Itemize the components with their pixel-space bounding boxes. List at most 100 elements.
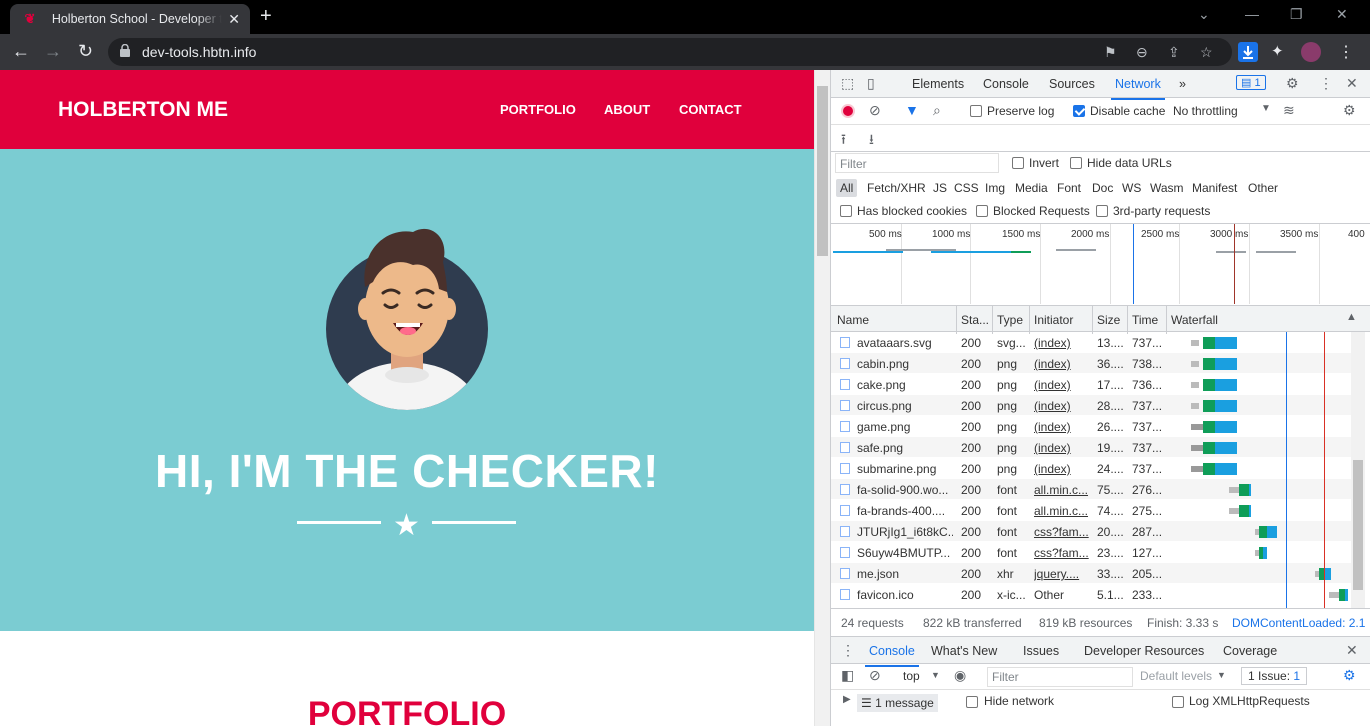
context-select[interactable]: top — [903, 669, 920, 683]
col-status[interactable]: Sta... — [961, 313, 989, 327]
table-row[interactable]: me.json 200 xhr jquery.... 33.... 205... — [831, 563, 1351, 584]
zoom-icon[interactable]: ⊖ — [1136, 44, 1148, 61]
browser-tab[interactable]: ❦ Holberton School - Developer tools ✕ — [10, 4, 250, 34]
inspect-element-icon[interactable]: ⬚ — [841, 75, 854, 92]
more-tabs-icon[interactable]: » — [1179, 77, 1186, 91]
maximize-button[interactable]: ❐ — [1290, 6, 1303, 23]
expand-arrow-icon[interactable]: ▶ — [843, 694, 851, 705]
col-time[interactable]: Time — [1132, 313, 1158, 327]
cell-initiator[interactable]: (index) — [1034, 399, 1090, 413]
table-row[interactable]: safe.png 200 png (index) 19.... 737... — [831, 437, 1351, 458]
context-dropdown-icon[interactable]: ▼ — [931, 670, 940, 680]
kebab-menu-icon[interactable]: ⋮ — [1319, 75, 1333, 92]
tab-sources[interactable]: Sources — [1049, 77, 1095, 91]
table-row[interactable]: cabin.png 200 png (index) 36.... 738... — [831, 353, 1351, 374]
filter-input[interactable]: Filter — [835, 153, 999, 173]
console-filter-input[interactable]: Filter — [987, 667, 1133, 687]
drawer-tab-whats-new[interactable]: What's New — [931, 644, 997, 658]
drawer-menu-icon[interactable]: ⋮ — [841, 642, 855, 659]
nav-link-portfolio[interactable]: PORTFOLIO — [500, 102, 576, 117]
cell-initiator[interactable]: css?fam... — [1034, 546, 1090, 560]
network-settings-gear-icon[interactable]: ⚙ — [1343, 102, 1356, 119]
type-filter-css[interactable]: CSS — [950, 179, 983, 197]
preserve-log-checkbox[interactable] — [970, 105, 982, 117]
download-extension-icon[interactable] — [1238, 42, 1258, 62]
filter-funnel-icon[interactable]: ▼ — [905, 102, 919, 118]
clear-icon[interactable]: ⊘ — [869, 102, 881, 119]
close-devtools-icon[interactable]: ✕ — [1346, 75, 1358, 92]
hide-data-urls-checkbox[interactable] — [1070, 157, 1082, 169]
close-window-button[interactable]: ✕ — [1336, 6, 1348, 23]
sidebar-toggle-icon[interactable]: ◧ — [841, 667, 854, 684]
console-settings-gear-icon[interactable]: ⚙ — [1343, 667, 1356, 684]
page-scrollbar[interactable] — [814, 70, 830, 726]
tab-console[interactable]: Console — [983, 77, 1029, 91]
type-filter-ws[interactable]: WS — [1118, 179, 1145, 197]
network-overview-timeline[interactable]: 500 ms 1000 ms 1500 ms 2000 ms 2500 ms 3… — [831, 224, 1370, 306]
forward-arrow-icon[interactable]: → — [44, 41, 62, 62]
dropdown-arrow-icon[interactable]: ▼ — [1261, 103, 1271, 114]
clear-console-icon[interactable]: ⊘ — [869, 667, 881, 684]
type-filter-doc[interactable]: Doc — [1088, 179, 1117, 197]
cell-initiator[interactable]: (index) — [1034, 420, 1090, 434]
table-row[interactable]: avataaars.svg 200 svg... (index) 13.... 737..… — [831, 332, 1351, 353]
type-filter-media[interactable]: Media — [1011, 179, 1052, 197]
type-filter-js[interactable]: JS — [929, 179, 951, 197]
settings-gear-icon[interactable]: ⚙ — [1286, 75, 1299, 92]
browser-menu-icon[interactable]: ⋮ — [1338, 42, 1354, 62]
table-row[interactable]: JTURjIg1_i6t8kC... 200 font css?fam... 20...… — [831, 521, 1351, 542]
drawer-tab-issues[interactable]: Issues — [1023, 644, 1059, 658]
requests-scrollbar-thumb[interactable] — [1353, 460, 1363, 590]
table-row[interactable]: game.png 200 png (index) 26.... 737... — [831, 416, 1351, 437]
site-brand[interactable]: HOLBERTON ME — [58, 98, 228, 122]
table-row[interactable]: fa-solid-900.wo... 200 font all.min.c... 75.… — [831, 479, 1351, 500]
nav-link-about[interactable]: ABOUT — [604, 102, 650, 117]
translate-icon[interactable]: ⚑ — [1104, 44, 1117, 61]
col-initiator[interactable]: Initiator — [1034, 313, 1073, 327]
type-filter-all[interactable]: All — [836, 179, 858, 197]
type-filter-font[interactable]: Font — [1053, 179, 1085, 197]
tab-elements[interactable]: Elements — [912, 77, 964, 91]
extensions-puzzle-icon[interactable]: ✦ — [1271, 42, 1284, 60]
requests-scrollbar[interactable] — [1351, 332, 1365, 608]
log-levels-select[interactable]: Default levels — [1140, 669, 1212, 683]
type-filter-other[interactable]: Other — [1244, 179, 1282, 197]
col-type[interactable]: Type — [997, 313, 1023, 327]
table-row[interactable]: submarine.png 200 png (index) 24.... 737... — [831, 458, 1351, 479]
type-filter-fetch-xhr[interactable]: Fetch/XHR — [863, 179, 930, 197]
reload-icon[interactable]: ↻ — [78, 41, 93, 62]
type-filter-manifest[interactable]: Manifest — [1188, 179, 1241, 197]
col-waterfall[interactable]: Waterfall — [1171, 313, 1218, 327]
drawer-tab-coverage[interactable]: Coverage — [1223, 644, 1277, 658]
minimize-button[interactable]: — — [1245, 6, 1259, 22]
share-icon[interactable]: ⇪ — [1168, 44, 1180, 61]
table-row[interactable]: fa-brands-400.... 200 font all.min.c... 74..… — [831, 500, 1351, 521]
cell-initiator[interactable]: all.min.c... — [1034, 504, 1090, 518]
console-issues-button[interactable]: 1 Issue: 1 — [1241, 667, 1308, 685]
tab-close-icon[interactable]: ✕ — [228, 11, 240, 28]
table-row[interactable]: favicon.ico 200 x-ic... Other 5.1... 233... — [831, 584, 1351, 605]
omnibox[interactable]: dev-tools.hbtn.info ⚑ ⊖ ⇪ ☆ — [108, 38, 1232, 66]
table-row[interactable]: circus.png 200 png (index) 28.... 737... — [831, 395, 1351, 416]
page-scrollbar-thumb[interactable] — [817, 86, 828, 256]
col-name[interactable]: Name — [837, 313, 869, 327]
cell-initiator[interactable]: (index) — [1034, 357, 1090, 371]
sort-up-icon[interactable]: ▲ — [1346, 311, 1357, 323]
invert-checkbox[interactable] — [1012, 157, 1024, 169]
hide-network-checkbox[interactable] — [966, 696, 978, 708]
record-button[interactable] — [841, 104, 855, 118]
device-toolbar-icon[interactable]: ▯ — [867, 75, 875, 92]
cell-initiator[interactable]: (index) — [1034, 378, 1090, 392]
type-filter-img[interactable]: Img — [981, 179, 1009, 197]
cell-initiator[interactable]: all.min.c... — [1034, 483, 1090, 497]
nav-link-contact[interactable]: CONTACT — [679, 102, 742, 117]
tab-search-icon[interactable]: ⌄ — [1198, 6, 1210, 23]
close-drawer-icon[interactable]: ✕ — [1346, 642, 1358, 659]
has-blocked-cookies-checkbox[interactable] — [840, 205, 852, 217]
third-party-checkbox[interactable] — [1096, 205, 1108, 217]
profile-avatar[interactable] — [1301, 42, 1321, 62]
cell-initiator[interactable]: (index) — [1034, 441, 1090, 455]
bookmark-star-icon[interactable]: ☆ — [1200, 44, 1213, 61]
cell-initiator[interactable]: css?fam... — [1034, 525, 1090, 539]
drawer-tab-developer-resources[interactable]: Developer Resources — [1084, 644, 1204, 658]
